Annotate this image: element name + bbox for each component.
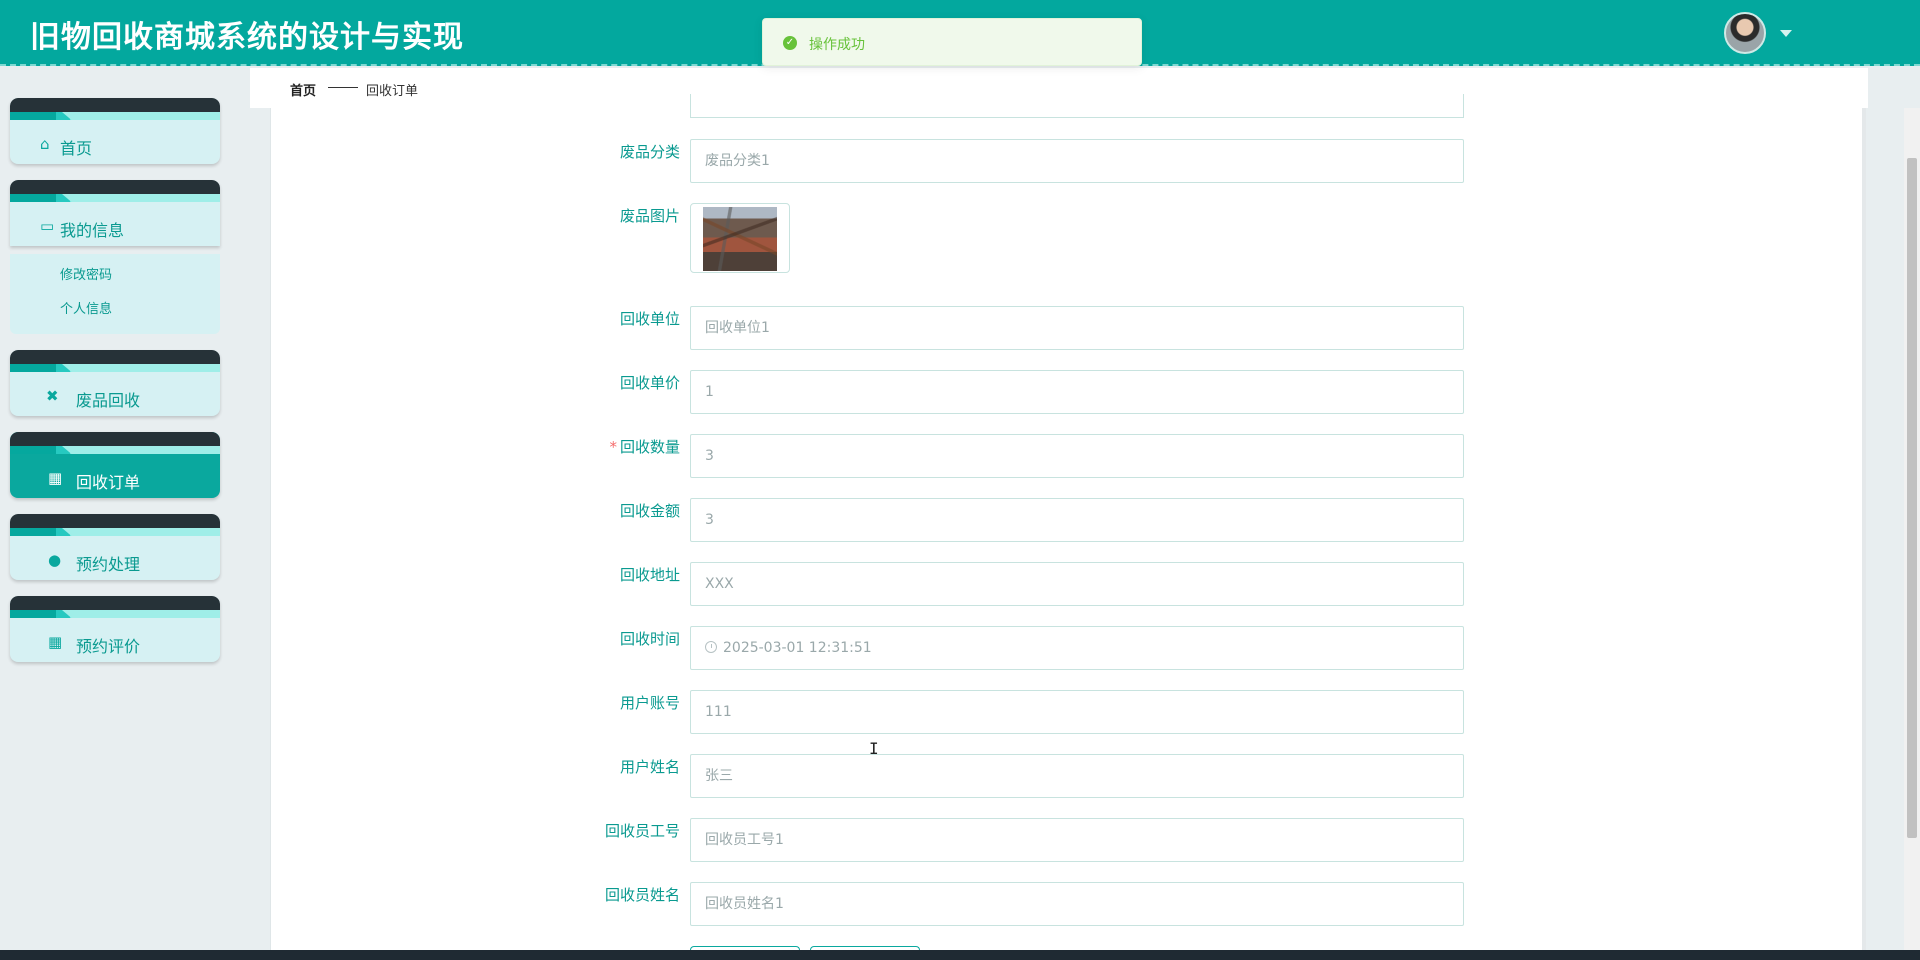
field-label: 回收金额 [619, 502, 680, 520]
submenu-item-personal-info[interactable]: 个人信息 [60, 298, 112, 317]
lightbulb-icon: ● [48, 551, 62, 569]
field-label: 废品分类 [619, 143, 680, 161]
field-label: 用户账号 [619, 694, 680, 712]
field-label: 用户姓名 [619, 758, 680, 776]
recycle-unit-input[interactable]: 回收单位1 [690, 306, 1464, 350]
menu-tab-accent [62, 194, 220, 202]
field-label: * 回收数量 [570, 436, 680, 457]
previous-field-input[interactable] [690, 94, 1464, 118]
field-label: 回收时间 [619, 630, 680, 648]
app-title: 旧物回收商城系统的设计与实现 [30, 20, 464, 55]
user-account-input[interactable]: 111 [690, 690, 1464, 734]
field-label: 回收单位 [619, 310, 680, 328]
field-label: 回收单价 [619, 374, 680, 392]
sidebar-item-label: 预约处理 [76, 555, 141, 574]
menu-tab-top [10, 514, 220, 528]
home-icon: ⌂ [40, 135, 50, 153]
menu-tab-accent [62, 610, 220, 618]
sidebar-item-appointment-handling[interactable]: ● 预约处理 [10, 514, 220, 580]
id-card-icon: ▭ [40, 217, 55, 235]
field-label-text: 回收数量 [619, 438, 680, 456]
submenu-my-info: 修改密码 个人信息 [10, 254, 220, 334]
waste-image[interactable] [703, 207, 777, 271]
sidebar-item-label: 废品回收 [76, 391, 141, 410]
menu-tab-top [10, 432, 220, 446]
waste-category-input[interactable]: 废品分类1 [690, 139, 1464, 183]
content-edge [1862, 108, 1866, 950]
clock-icon [705, 641, 717, 653]
menu-tab-top [10, 596, 220, 610]
sidebar-item-label: 预约评价 [76, 637, 141, 656]
required-marker: * [609, 438, 617, 456]
quantity-input[interactable]: 3 [690, 434, 1464, 478]
amount-input[interactable]: 3 [690, 498, 1464, 542]
menu-tab-accent [62, 528, 220, 536]
menu-tab-top [10, 98, 220, 112]
field-label: 回收员工号 [604, 822, 680, 840]
sidebar-item-waste-recycle[interactable]: ✖ 废品回收 [10, 350, 220, 416]
success-toast: ✓ 操作成功 [762, 18, 1142, 66]
toast-message: 操作成功 [809, 37, 865, 53]
collector-id-input[interactable]: 回收员工号1 [690, 818, 1464, 862]
breadcrumb-separator [328, 87, 358, 88]
chevron-down-icon[interactable] [1780, 30, 1792, 37]
breadcrumb-home[interactable]: 首页 [290, 80, 316, 99]
field-label: 回收地址 [619, 566, 680, 584]
sidebar-item-label: 回收订单 [76, 473, 141, 492]
menu-tab-top [10, 350, 220, 364]
menu-tab-accent [62, 364, 220, 372]
grid-icon: ▦ [48, 633, 63, 651]
grid-icon: ▦ [48, 469, 63, 487]
os-taskbar [0, 950, 1920, 960]
sidebar-item-my-info[interactable]: ▭ 我的信息 [10, 180, 220, 246]
sidebar-item-label: 我的信息 [60, 221, 125, 240]
ticket-icon: ✖ [46, 387, 59, 405]
check-circle-icon: ✓ [783, 36, 797, 50]
text-cursor-icon: I [869, 739, 879, 758]
field-label: 回收员姓名 [604, 886, 680, 904]
address-input[interactable]: XXX [690, 562, 1464, 606]
sidebar-item-appointment-review[interactable]: ▦ 预约评价 [10, 596, 220, 662]
field-label: 废品图片 [619, 207, 680, 225]
sidebar-item-recycle-orders[interactable]: ▦ 回收订单 [10, 432, 220, 498]
recycle-time-picker[interactable]: 2025-03-01 12:31:51 [690, 626, 1464, 670]
menu-tab-accent [62, 446, 220, 454]
collector-name-input[interactable]: 回收员姓名1 [690, 882, 1464, 926]
sidebar-item-label: 首页 [60, 139, 93, 158]
user-name-input[interactable]: 张三 [690, 754, 1464, 798]
menu-tab-top [10, 180, 220, 194]
breadcrumb-current: 回收订单 [366, 84, 419, 99]
menu-tab-accent [62, 112, 220, 120]
unit-price-input[interactable]: 1 [690, 370, 1464, 414]
recycle-time-value: 2025-03-01 12:31:51 [723, 640, 872, 656]
sidebar-item-home[interactable]: ⌂ 首页 [10, 98, 220, 164]
user-avatar[interactable] [1724, 12, 1766, 54]
page-scrollbar[interactable] [1904, 108, 1920, 950]
scrollbar-thumb[interactable] [1907, 158, 1917, 838]
submenu-item-change-password[interactable]: 修改密码 [60, 264, 112, 283]
waste-image-thumbnail[interactable] [690, 203, 790, 273]
